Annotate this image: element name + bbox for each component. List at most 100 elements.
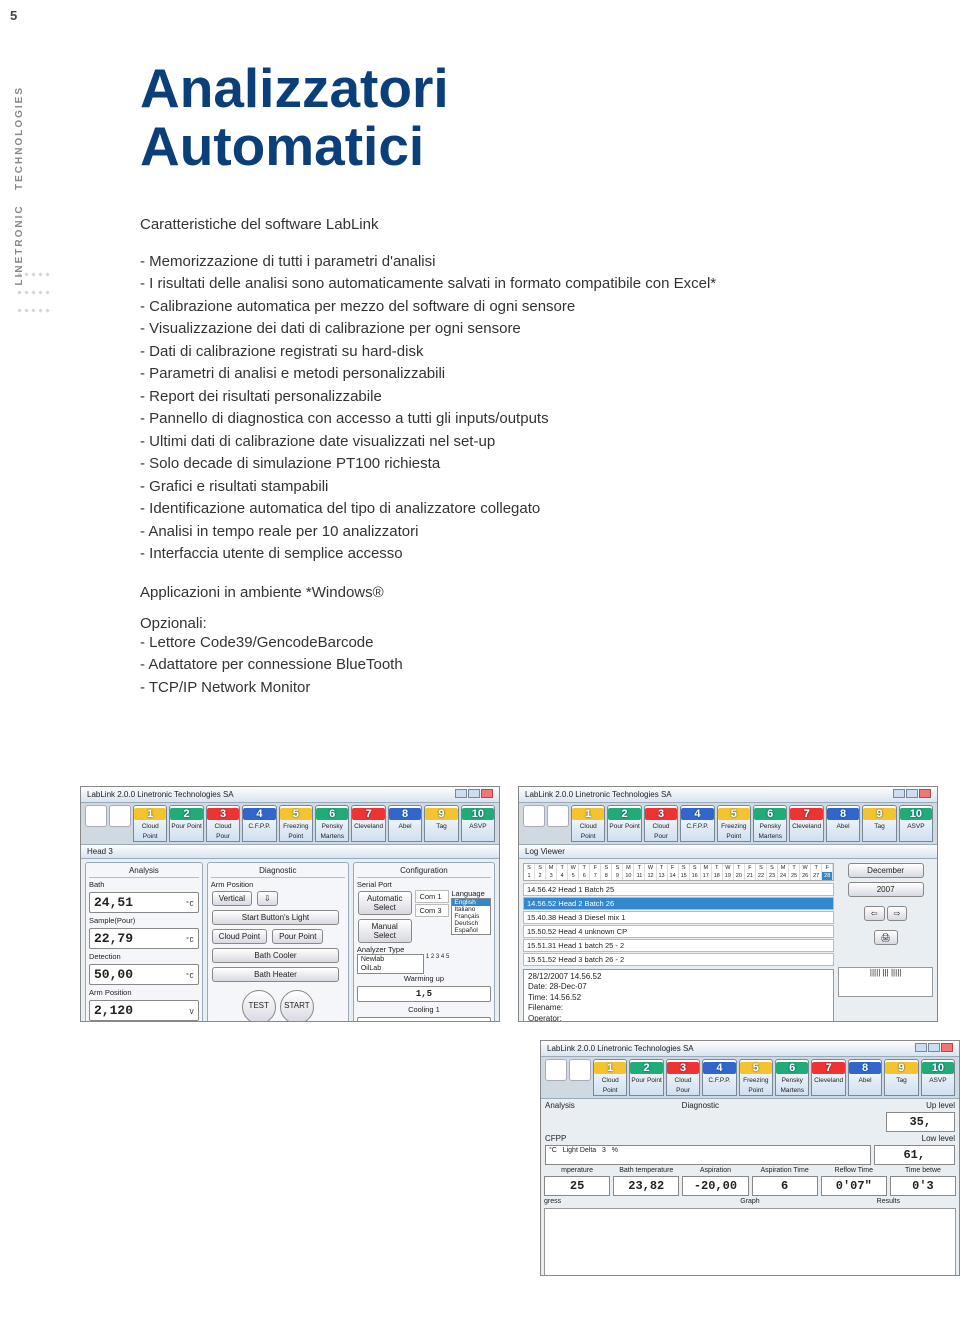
bottom-tab[interactable]: Results — [821, 1198, 956, 1205]
tab-10[interactable]: 10ASVP — [921, 1059, 955, 1096]
tab-3[interactable]: 3Cloud Pour — [666, 1059, 700, 1096]
tab-7[interactable]: 7Cleveland — [351, 805, 385, 842]
log-entry[interactable]: 15.51.52 Head 3 batch 26 - 2 — [523, 953, 834, 966]
start-light-button[interactable]: Start Button's Light — [212, 910, 339, 925]
tab-6[interactable]: 6Pensky Martens — [315, 805, 349, 842]
tab-3[interactable]: 3Cloud Pour — [644, 805, 678, 842]
calendar-grid[interactable]: SSMTWTF SSMTWTF SSMTWTF SSMTWTF 1234567 … — [523, 863, 834, 881]
tab-4[interactable]: 4C.F.P.P. — [242, 805, 276, 842]
tab-7[interactable]: 7Cleveland — [811, 1059, 845, 1096]
year-label: 2007 — [848, 882, 924, 897]
tab-3[interactable]: 3Cloud Pour — [206, 805, 240, 842]
tab-4[interactable]: 4C.F.P.P. — [680, 805, 714, 842]
analyzer-option[interactable]: OilLab — [358, 964, 423, 973]
maximize-icon[interactable] — [906, 789, 918, 798]
screenshot-analysis: LabLink 2.0.0 Linetronic Technologies SA… — [80, 786, 500, 1022]
minimize-icon[interactable] — [455, 789, 467, 798]
log-entry[interactable]: 14.56.42 Head 1 Batch 25 — [523, 883, 834, 896]
tab-6[interactable]: 6Pensky Martens — [775, 1059, 809, 1096]
tab-7[interactable]: 7Cleveland — [789, 805, 823, 842]
diagnostic-tab[interactable]: Diagnostic — [682, 1101, 819, 1110]
maximize-icon[interactable] — [928, 1043, 940, 1052]
analysis-tab[interactable]: Analysis — [545, 1101, 682, 1110]
analyzer-label: Analyzer Type — [357, 945, 491, 954]
page-title: Analizzatori Automatici — [140, 60, 780, 176]
bottom-tab[interactable]: Graph — [682, 1198, 817, 1205]
lang-option[interactable]: English — [452, 899, 490, 906]
tab-5[interactable]: 5Freezing Point — [717, 805, 751, 842]
tab-10[interactable]: 10ASVP — [899, 805, 933, 842]
main-content: Analizzatori Automatici Caratteristiche … — [140, 60, 780, 699]
page-number: 5 — [10, 8, 17, 23]
tab-9[interactable]: 9Tag — [884, 1059, 918, 1096]
cloud-point-button[interactable]: Cloud Point — [212, 929, 267, 944]
optional-heading: Opzionali: — [140, 615, 780, 632]
tab-1[interactable]: 1Cloud Point — [593, 1059, 627, 1096]
lang-option[interactable]: Italiano — [452, 906, 490, 913]
bath-cooler-button[interactable]: Bath Cooler — [212, 948, 339, 963]
manual-select-button[interactable]: Manual Select — [358, 919, 412, 943]
tab-9[interactable]: 9Tag — [862, 805, 896, 842]
bottom-tab[interactable]: gress — [544, 1198, 679, 1205]
minimize-icon[interactable] — [915, 1043, 927, 1052]
tab-2[interactable]: 2Pour Point — [169, 805, 203, 842]
doc-icon[interactable] — [109, 805, 131, 827]
tab-4[interactable]: 4C.F.P.P. — [702, 1059, 736, 1096]
next-icon[interactable]: ⇨ — [887, 906, 908, 921]
doc-icon[interactable] — [547, 805, 569, 827]
start-button[interactable]: START — [280, 990, 314, 1022]
tab-1[interactable]: 1Cloud Point — [571, 805, 605, 842]
maximize-icon[interactable] — [468, 789, 480, 798]
tab-6[interactable]: 6Pensky Martens — [753, 805, 787, 842]
window-controls[interactable] — [892, 789, 931, 800]
tab-9[interactable]: 9Tag — [424, 805, 458, 842]
tab-2[interactable]: 2Pour Point — [607, 805, 641, 842]
aspiration-time-value: 6 — [752, 1176, 818, 1196]
log-entry[interactable]: 15.50.52 Head 4 unknown CP — [523, 925, 834, 938]
lang-option[interactable]: Español — [452, 927, 490, 934]
log-entry[interactable]: 15.40.38 Head 3 Diesel mix 1 — [523, 911, 834, 924]
feature-item: - I risultati delle analisi sono automat… — [140, 273, 780, 296]
close-icon[interactable] — [481, 789, 493, 798]
brand-line-2: TECHNOLOGIES — [14, 86, 25, 190]
window-controls[interactable] — [454, 789, 493, 800]
doc-icon[interactable] — [569, 1059, 591, 1081]
lang-option[interactable]: Français — [452, 913, 490, 920]
tab-1[interactable]: 1Cloud Point — [133, 805, 167, 842]
com-option[interactable]: Com 1 — [415, 890, 449, 903]
window-controls[interactable] — [914, 1043, 953, 1054]
log-entry[interactable]: 15.51.31 Head 1 batch 25 - 2 — [523, 939, 834, 952]
auto-select-button[interactable]: Automatic Select — [358, 891, 412, 915]
window-titlebar: LabLink 2.0.0 Linetronic Technologies SA — [541, 1041, 959, 1057]
close-icon[interactable] — [919, 789, 931, 798]
tab-8[interactable]: 8Abel — [826, 805, 860, 842]
test-button[interactable]: TEST — [242, 990, 276, 1022]
analyzer-option[interactable]: Newlab — [358, 955, 423, 964]
tab-8[interactable]: 8Abel — [388, 805, 422, 842]
tab-5[interactable]: 5Freezing Point — [739, 1059, 773, 1096]
arrow-down-icon[interactable]: ⇩ — [257, 891, 278, 906]
bath-heater-button[interactable]: Bath Heater — [212, 967, 339, 982]
tab-10[interactable]: 10ASVP — [461, 805, 495, 842]
com-option[interactable]: Com 3 — [415, 904, 449, 917]
down-icon[interactable] — [545, 1059, 567, 1081]
minimize-icon[interactable] — [893, 789, 905, 798]
cooling-readout: 0,2 — [357, 1017, 491, 1022]
vertical-button[interactable]: Vertical — [212, 891, 252, 906]
pour-point-button[interactable]: Pour Point — [272, 929, 323, 944]
sub-window-titlebar: Head 3 — [81, 845, 499, 859]
print-icon[interactable]: 🖨 — [874, 930, 898, 945]
prev-icon[interactable]: ⇦ — [864, 906, 885, 921]
analyzer-tabs: 1Cloud Point 2Pour Point 3Cloud Pour 4C.… — [519, 803, 937, 845]
applications-line: Applicazioni in ambiente *Windows® — [140, 584, 780, 601]
tab-5[interactable]: 5Freezing Point — [279, 805, 313, 842]
lang-option[interactable]: Deutsch — [452, 920, 490, 927]
feature-item: - Visualizzazione dei dati di calibrazio… — [140, 318, 780, 341]
sub-window-title: Log Viewer — [525, 847, 565, 856]
tab-2[interactable]: 2Pour Point — [629, 1059, 663, 1096]
close-icon[interactable] — [941, 1043, 953, 1052]
down-icon[interactable] — [523, 805, 545, 827]
log-entry[interactable]: 14.56.52 Head 2 Batch 26 — [523, 897, 834, 910]
down-icon[interactable] — [85, 805, 107, 827]
tab-8[interactable]: 8Abel — [848, 1059, 882, 1096]
